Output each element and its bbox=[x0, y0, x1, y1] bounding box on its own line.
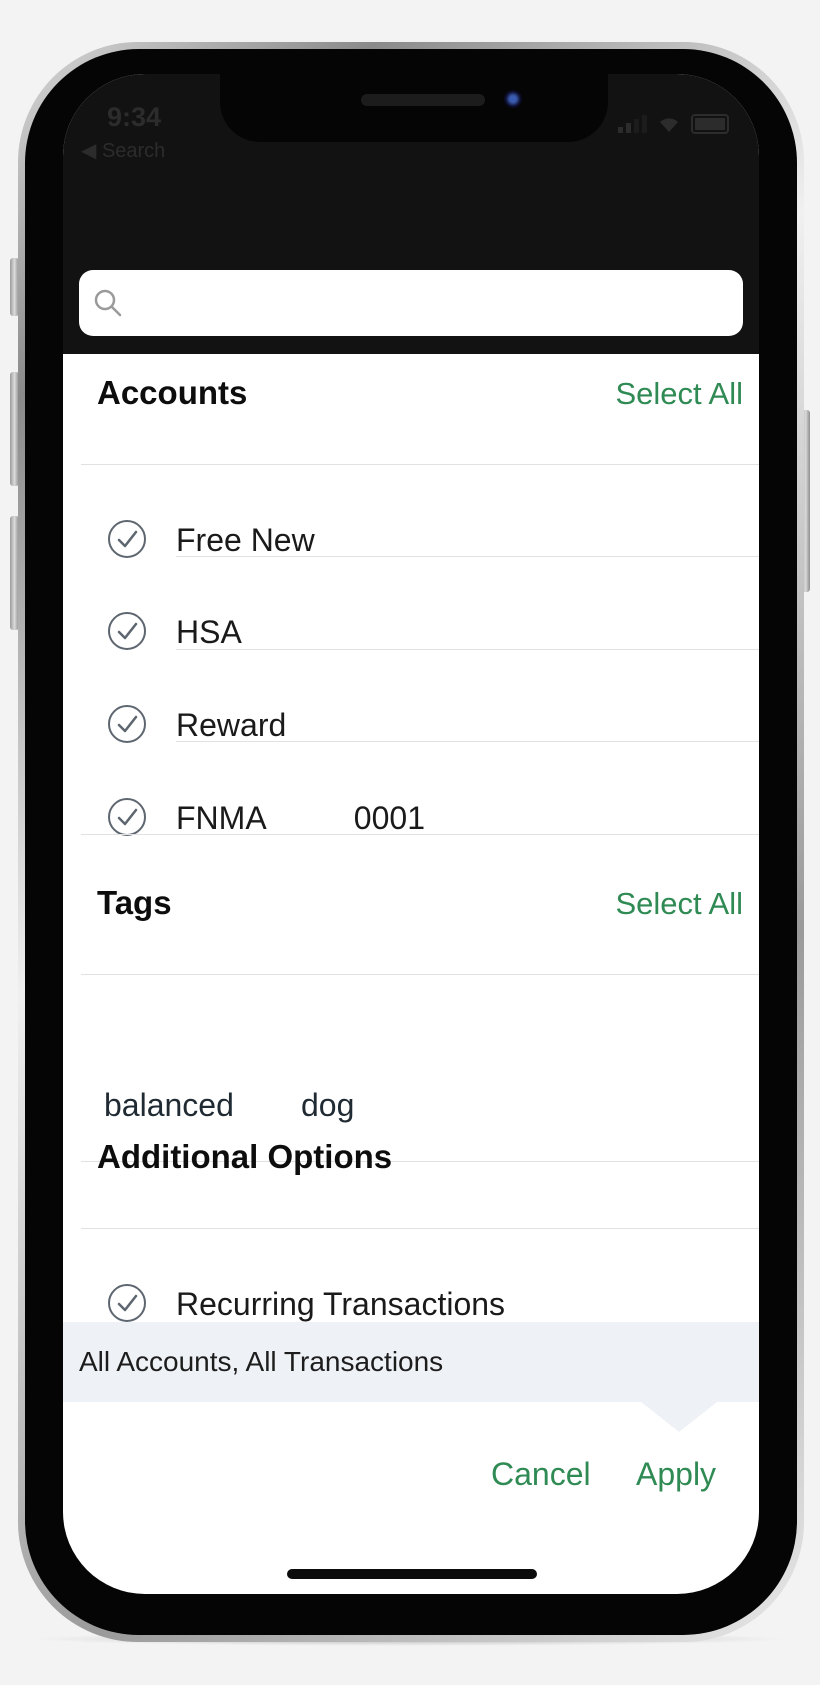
apply-button[interactable]: Apply bbox=[636, 1456, 716, 1493]
accounts-select-all-button[interactable]: Select All bbox=[615, 376, 743, 412]
search-input[interactable] bbox=[135, 280, 729, 328]
additional-options-title: Additional Options bbox=[97, 1138, 393, 1175]
divider bbox=[176, 649, 759, 650]
home-indicator[interactable] bbox=[287, 1569, 537, 1579]
divider bbox=[176, 741, 759, 742]
account-label: Reward bbox=[176, 707, 287, 743]
checkmark-circle-icon bbox=[108, 1284, 146, 1322]
battery-icon bbox=[691, 114, 729, 134]
account-row-reward[interactable]: Reward bbox=[63, 677, 759, 769]
status-indicators bbox=[618, 114, 729, 134]
account-label: FNMA 0001 bbox=[176, 800, 425, 836]
screen: 9:34 ◀ Search Accounts Select All Free N… bbox=[63, 74, 759, 1594]
account-row-hsa[interactable]: HSA bbox=[63, 584, 759, 676]
cancel-button[interactable]: Cancel bbox=[491, 1456, 591, 1493]
tag-dog[interactable]: dog bbox=[301, 1087, 354, 1124]
tags-title: Tags bbox=[97, 884, 172, 921]
search-bar[interactable] bbox=[79, 270, 743, 336]
filter-summary-bar: All Accounts, All Transactions bbox=[63, 1322, 759, 1402]
account-label: HSA bbox=[176, 614, 242, 650]
account-row-free-new[interactable]: Free New bbox=[63, 492, 759, 584]
divider bbox=[81, 974, 759, 975]
notch bbox=[220, 74, 608, 142]
back-to-search-link[interactable]: ◀ Search bbox=[81, 138, 165, 163]
divider bbox=[176, 556, 759, 557]
divider bbox=[81, 1228, 759, 1229]
accounts-title: Accounts bbox=[97, 374, 248, 411]
filter-summary-text: All Accounts, All Transactions bbox=[79, 1346, 444, 1377]
summary-pointer bbox=[641, 1402, 717, 1432]
checkmark-circle-icon bbox=[108, 520, 146, 558]
option-label: Recurring Transactions bbox=[176, 1286, 506, 1322]
account-row-fnma[interactable]: FNMA 0001 bbox=[63, 770, 759, 862]
search-icon bbox=[94, 289, 122, 317]
checkmark-circle-icon bbox=[108, 798, 146, 836]
divider bbox=[81, 834, 759, 835]
camera-icon bbox=[504, 90, 522, 108]
checkmark-circle-icon bbox=[108, 612, 146, 650]
checkmark-circle-icon bbox=[108, 705, 146, 743]
divider bbox=[81, 464, 759, 465]
tags-select-all-button[interactable]: Select All bbox=[615, 886, 743, 922]
account-label: Free New bbox=[176, 522, 315, 558]
cellular-signal-icon bbox=[618, 115, 647, 133]
tag-balanced[interactable]: balanced bbox=[104, 1087, 234, 1124]
status-time: 9:34 bbox=[107, 102, 162, 132]
speaker-grille bbox=[361, 94, 485, 106]
wifi-icon bbox=[660, 118, 678, 132]
